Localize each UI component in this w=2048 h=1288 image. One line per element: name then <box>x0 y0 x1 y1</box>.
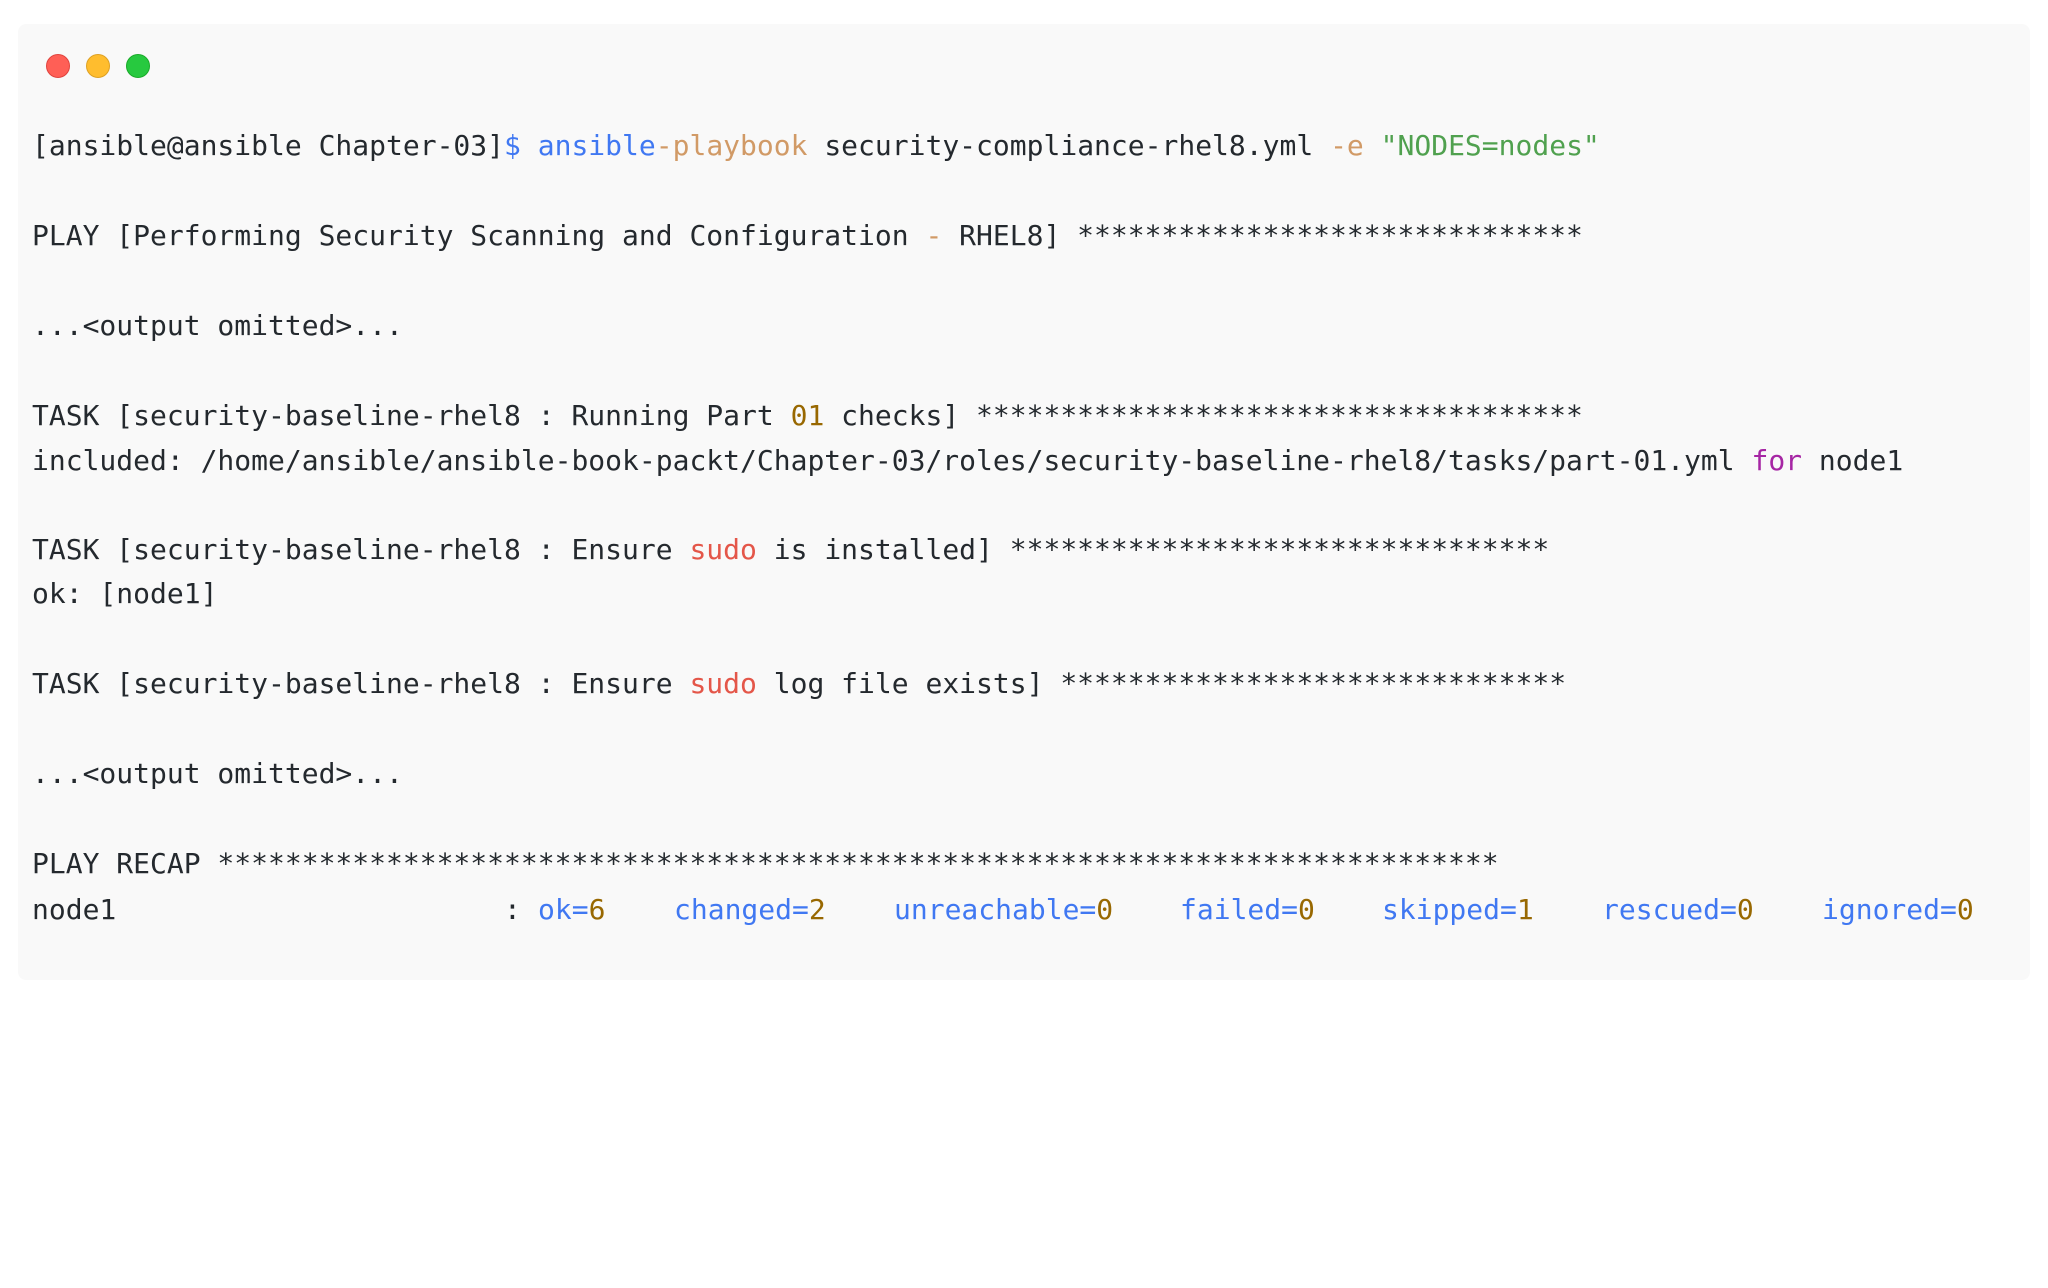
task1-prefix: TASK [security-baseline-rhel8 : Running … <box>32 399 791 432</box>
task-ensure-sudo-installed: TASK [security-baseline-rhel8 : Ensure s… <box>32 532 1549 568</box>
shell-prompt: [ansible@ansible Chapter-03] <box>32 129 505 162</box>
task2-suffix: is installed] **************************… <box>756 533 1550 566</box>
prompt-dollar: $ <box>504 129 521 162</box>
recap-stat-ok-label: ok= <box>538 893 589 926</box>
recap-stat-failed-label: failed= <box>1180 893 1299 926</box>
minimize-button[interactable] <box>86 54 110 78</box>
task-ensure-sudo-log-file: TASK [security-baseline-rhel8 : Ensure s… <box>32 666 1566 702</box>
play-recap-header: PLAY RECAP *****************************… <box>32 847 1499 880</box>
included-line: included: /home/ansible/ansible-book-pac… <box>32 443 1903 479</box>
play-suffix: RHEL8] ****************************** <box>942 219 1583 252</box>
recap-stat-rescued-label: rescued= <box>1602 893 1737 926</box>
recap-stat-ignored-label: ignored= <box>1822 893 1957 926</box>
recap-stat-skipped-value: 1 <box>1516 893 1534 926</box>
command-name-part1: ansible <box>537 129 656 162</box>
command-space <box>1364 129 1381 162</box>
close-button[interactable] <box>46 54 70 78</box>
recap-colon: : <box>504 893 521 926</box>
command-flag: -e <box>1330 129 1364 162</box>
task-running-part-01: TASK [security-baseline-rhel8 : Running … <box>32 398 1583 434</box>
recap-stat-failed: failed=0 <box>1180 892 1315 928</box>
recap-stat-unreachable-label: unreachable= <box>894 893 1097 926</box>
recap-stat-changed-value: 2 <box>808 893 826 926</box>
recap-stat-rescued: rescued=0 <box>1602 892 1754 928</box>
recap-stat-changed: changed=2 <box>674 892 826 928</box>
task3-suffix: log file exists] ***********************… <box>756 667 1567 700</box>
maximize-button[interactable] <box>126 54 150 78</box>
command-arg-file: security-compliance-rhel8.yml <box>807 129 1331 162</box>
recap-stat-changed-label: changed= <box>674 893 809 926</box>
included-suffix: node1 <box>1802 444 1904 477</box>
recap-stats-line: node1 : ok=6 changed=2 unreachable=0 fai… <box>32 892 1992 928</box>
recap-host: node1 <box>32 893 117 926</box>
included-keyword-for: for <box>1751 444 1803 477</box>
recap-stat-skipped-label: skipped= <box>1382 893 1517 926</box>
recap-stat-failed-value: 0 <box>1298 893 1315 926</box>
task1-number: 01 <box>790 399 825 432</box>
task3-prefix: TASK [security-baseline-rhel8 : Ensure <box>32 667 690 700</box>
recap-stat-unreachable: unreachable=0 <box>894 892 1113 928</box>
recap-stat-ok: ok=6 <box>538 892 605 928</box>
command-extra-var: "NODES=nodes" <box>1380 129 1600 162</box>
output-omitted-2: ...<output omitted>... <box>32 757 403 790</box>
output-omitted-1: ...<output omitted>... <box>32 309 403 342</box>
command-line: [ansible@ansible Chapter-03]$ ansible-pl… <box>32 128 1600 164</box>
task3-keyword-sudo: sudo <box>689 667 757 700</box>
play-header: PLAY [Performing Security Scanning and C… <box>32 218 1583 254</box>
recap-stat-unreachable-value: 0 <box>1096 893 1114 926</box>
recap-stat-skipped: skipped=1 <box>1382 892 1534 928</box>
included-prefix: included: /home/ansible/ansible-book-pac… <box>32 444 1752 477</box>
command-name-part2: -playbook <box>655 129 808 162</box>
recap-stat-ignored: ignored=0 <box>1822 892 1974 928</box>
task2-prefix: TASK [security-baseline-rhel8 : Ensure <box>32 533 690 566</box>
ok-result-line: ok: [node1] <box>32 577 218 610</box>
terminal-output[interactable]: [ansible@ansible Chapter-03]$ ansible-pl… <box>32 128 1992 1217</box>
recap-stat-ok-value: 6 <box>588 893 606 926</box>
recap-stat-rescued-value: 0 <box>1736 893 1754 926</box>
task1-suffix: checks] ********************************… <box>824 399 1583 432</box>
task2-keyword-sudo: sudo <box>689 533 757 566</box>
play-dash: - <box>925 219 943 252</box>
recap-stat-ignored-value: 0 <box>1956 893 1974 926</box>
play-prefix: PLAY [Performing Security Scanning and C… <box>32 219 926 252</box>
